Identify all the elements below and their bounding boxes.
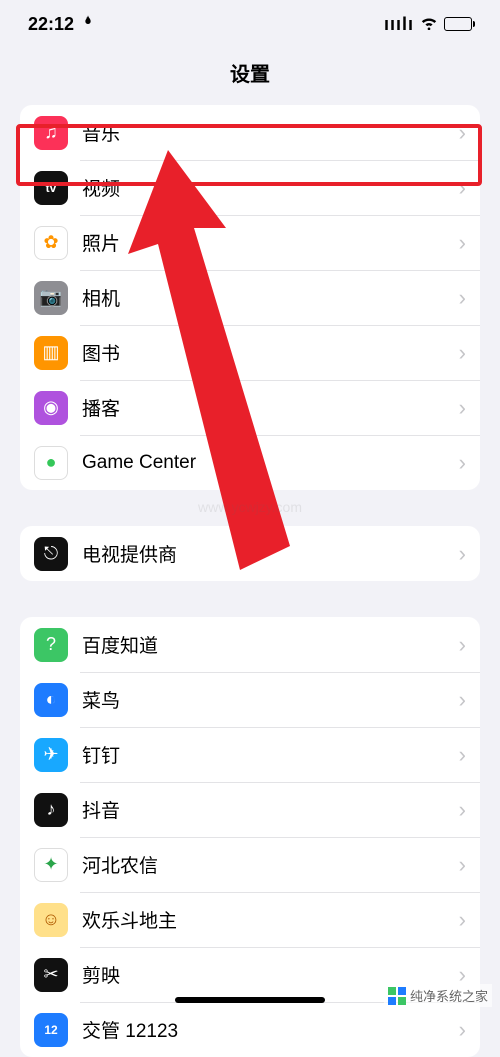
baidu-icon: ? xyxy=(34,628,68,662)
watermark-text: 纯净系统之家 xyxy=(410,986,488,1005)
settings-row-douyin[interactable]: ♪ 抖音› xyxy=(20,782,480,837)
page-title: 设置 xyxy=(0,48,500,105)
row-label: 照片 xyxy=(82,229,459,256)
row-label: 河北农信 xyxy=(82,851,459,878)
hlddz-icon: ☺ xyxy=(34,903,68,937)
row-label: 相机 xyxy=(82,284,459,311)
podcasts-icon: ◉ xyxy=(34,391,68,425)
settings-row-podcasts[interactable]: ◉ 播客› xyxy=(20,380,480,435)
chevron-right-icon: › xyxy=(459,120,466,146)
chevron-right-icon: › xyxy=(459,742,466,768)
settings-row-baiduzhdao[interactable]: ? 百度知道› xyxy=(20,617,480,672)
jianying-icon: ✂ xyxy=(34,958,68,992)
chevron-right-icon: › xyxy=(459,797,466,823)
appletv-icon: tv xyxy=(34,171,68,205)
settings-row-camera[interactable]: 📷 相机› xyxy=(20,270,480,325)
focus-icon xyxy=(80,14,96,35)
books-icon: ▥ xyxy=(34,336,68,370)
settings-row-jiaoguan[interactable]: 12 交管 12123› xyxy=(20,1002,480,1057)
douyin-icon: ♪ xyxy=(34,793,68,827)
row-label: 菜鸟 xyxy=(82,686,459,713)
row-label: 播客 xyxy=(82,394,459,421)
settings-row-books[interactable]: ▥ 图书› xyxy=(20,325,480,380)
settings-row-dingtalk[interactable]: ✈ 钉钉› xyxy=(20,727,480,782)
cainiao-icon: ◐ xyxy=(34,683,68,717)
row-label: Game Center xyxy=(82,452,459,474)
photos-icon: ✿ xyxy=(34,226,68,260)
jiaoguan-icon: 12 xyxy=(34,1013,68,1047)
settings-row-gamecenter[interactable]: ● Game Center› xyxy=(20,435,480,490)
settings-row-tv[interactable]: tv 视频› xyxy=(20,160,480,215)
tvprovider-icon: ⎋ xyxy=(34,537,68,571)
settings-row-hbnx[interactable]: ✦ 河北农信› xyxy=(20,837,480,892)
row-label: 图书 xyxy=(82,339,459,366)
row-label: 欢乐斗地主 xyxy=(82,906,459,933)
chevron-right-icon: › xyxy=(459,541,466,567)
watermark-url: www.ycwjzy.com xyxy=(198,499,302,515)
chevron-right-icon: › xyxy=(459,907,466,933)
settings-row-music[interactable]: ♫ 音乐› xyxy=(20,105,480,160)
watermark-logo-icon xyxy=(388,987,406,1005)
settings-row-cainiao[interactable]: ◐ 菜鸟› xyxy=(20,672,480,727)
chevron-right-icon: › xyxy=(459,175,466,201)
chevron-right-icon: › xyxy=(459,230,466,256)
chevron-right-icon: › xyxy=(459,340,466,366)
status-bar: 22:12 ııılı xyxy=(0,0,500,48)
battery-icon xyxy=(444,17,472,31)
gamecenter-icon: ● xyxy=(34,446,68,480)
settings-group: ⎋ 电视提供商› xyxy=(20,526,480,581)
settings-group: ♫音乐›tv视频›✿照片›📷相机›▥图书›◉播客›●Game Center› xyxy=(20,105,480,490)
row-label: 视频 xyxy=(82,174,459,201)
cellular-icon: ııılı xyxy=(384,14,414,35)
camera-icon: 📷 xyxy=(34,281,68,315)
status-right: ııılı xyxy=(384,14,472,35)
chevron-right-icon: › xyxy=(459,395,466,421)
row-label: 百度知道 xyxy=(82,631,459,658)
watermark-brand: 纯净系统之家 xyxy=(384,984,492,1007)
chevron-right-icon: › xyxy=(459,285,466,311)
chevron-right-icon: › xyxy=(459,632,466,658)
status-left: 22:12 xyxy=(28,14,96,35)
settings-row-photos[interactable]: ✿ 照片› xyxy=(20,215,480,270)
row-label: 交管 12123 xyxy=(82,1016,459,1043)
status-time: 22:12 xyxy=(28,14,74,35)
row-label: 钉钉 xyxy=(82,741,459,768)
chevron-right-icon: › xyxy=(459,687,466,713)
music-icon: ♫ xyxy=(34,116,68,150)
wifi-icon xyxy=(420,14,438,35)
settings-list: ♫音乐›tv视频›✿照片›📷相机›▥图书›◉播客›●Game Center›⎋电… xyxy=(0,105,500,1057)
settings-row-tvprovider[interactable]: ⎋ 电视提供商› xyxy=(20,526,480,581)
settings-row-hlddz[interactable]: ☺ 欢乐斗地主› xyxy=(20,892,480,947)
row-label: 电视提供商 xyxy=(82,540,459,567)
row-label: 抖音 xyxy=(82,796,459,823)
chevron-right-icon: › xyxy=(459,1017,466,1043)
home-indicator xyxy=(175,997,325,1003)
chevron-right-icon: › xyxy=(459,852,466,878)
chevron-right-icon: › xyxy=(459,450,466,476)
hbnx-icon: ✦ xyxy=(34,848,68,882)
row-label: 音乐 xyxy=(82,119,459,146)
dingtalk-icon: ✈ xyxy=(34,738,68,772)
